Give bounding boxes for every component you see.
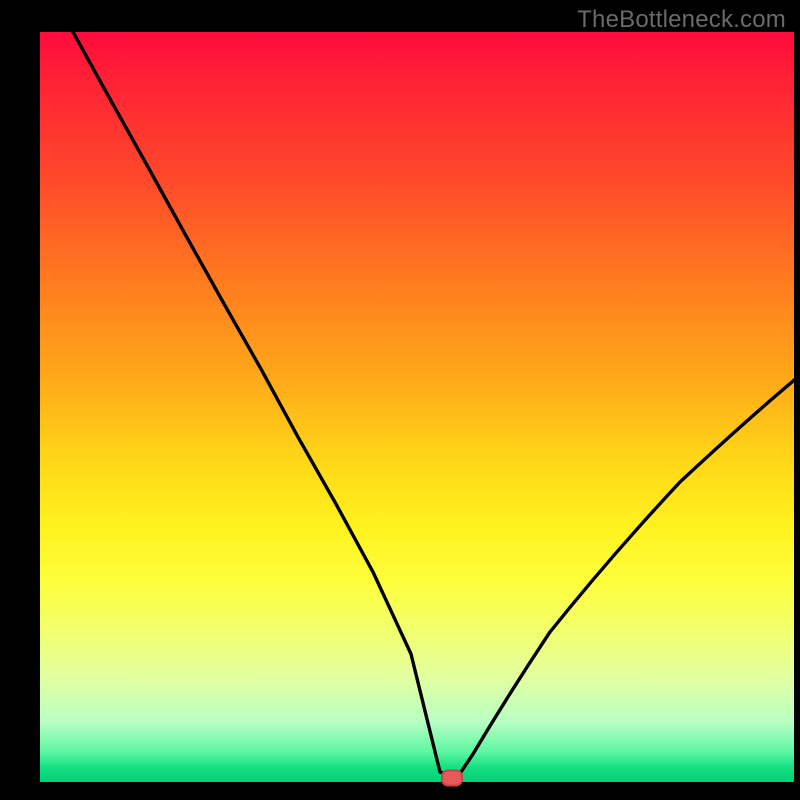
bottleneck-curve (40, 32, 794, 782)
curve-path (73, 32, 794, 778)
optimal-point-marker (441, 770, 463, 787)
watermark-text: TheBottleneck.com (577, 6, 786, 34)
plot-area (40, 32, 794, 782)
chart-frame: TheBottleneck.com (0, 0, 800, 800)
